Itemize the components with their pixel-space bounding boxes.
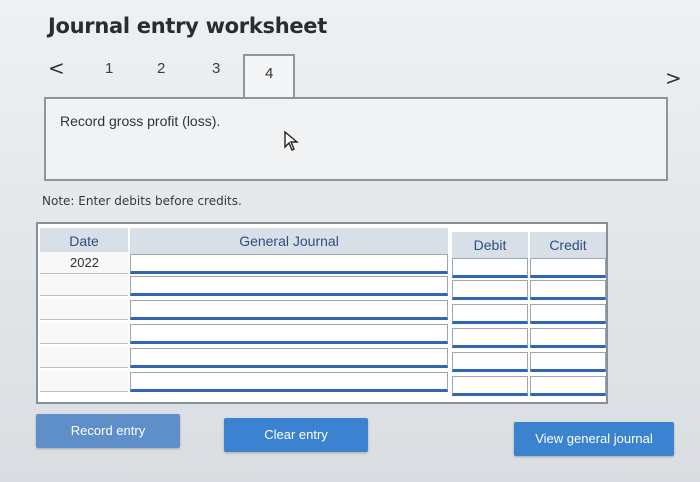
table-row-date: [40, 370, 128, 392]
column-header-general-journal: General Journal: [130, 228, 448, 254]
account-input[interactable]: [130, 348, 448, 368]
journal-table: Date General Journal Debit Credit 2022: [36, 222, 608, 404]
account-input[interactable]: [130, 254, 448, 274]
page-title: Journal entry worksheet: [48, 14, 327, 38]
debit-input[interactable]: [452, 280, 528, 300]
journal-worksheet-page: Journal entry worksheet < 1 2 3 4 > Reco…: [0, 0, 700, 482]
table-row-date: [40, 346, 128, 368]
column-header-debit: Debit: [452, 232, 528, 258]
instruction-panel: Record gross profit (loss).: [44, 97, 668, 181]
column-header-credit: Credit: [530, 232, 606, 258]
credit-input[interactable]: [530, 328, 606, 348]
tab-1[interactable]: 1: [105, 60, 113, 77]
note-text: Note: Enter debits before credits.: [42, 194, 242, 208]
credit-input[interactable]: [530, 280, 606, 300]
credit-input[interactable]: [530, 352, 606, 372]
chevron-right-icon[interactable]: >: [665, 66, 682, 90]
chevron-left-icon[interactable]: <: [48, 56, 65, 80]
tab-3[interactable]: 3: [212, 60, 220, 77]
table-row-date: [40, 298, 128, 320]
instruction-text: Record gross profit (loss).: [60, 113, 221, 129]
record-entry-button[interactable]: Record entry: [36, 414, 180, 448]
table-row-date: [40, 274, 128, 296]
account-input[interactable]: [130, 300, 448, 320]
table-row-date: [40, 322, 128, 344]
debit-input[interactable]: [452, 352, 528, 372]
clear-entry-button[interactable]: Clear entry: [224, 418, 368, 452]
table-row-date: 2022: [40, 252, 128, 274]
credit-input[interactable]: [530, 258, 606, 278]
credit-input[interactable]: [530, 376, 606, 396]
view-general-journal-button[interactable]: View general journal: [514, 422, 674, 456]
account-input[interactable]: [130, 276, 448, 296]
debit-input[interactable]: [452, 328, 528, 348]
tab-4-label: 4: [265, 65, 274, 82]
debit-input[interactable]: [452, 258, 528, 278]
tab-4-active[interactable]: 4: [243, 54, 295, 100]
debit-input[interactable]: [452, 376, 528, 396]
account-input[interactable]: [130, 372, 448, 392]
debit-input[interactable]: [452, 304, 528, 324]
tab-2[interactable]: 2: [157, 60, 165, 77]
credit-input[interactable]: [530, 304, 606, 324]
account-input[interactable]: [130, 324, 448, 344]
mouse-pointer-icon: [284, 130, 300, 156]
column-header-date: Date: [40, 228, 128, 254]
